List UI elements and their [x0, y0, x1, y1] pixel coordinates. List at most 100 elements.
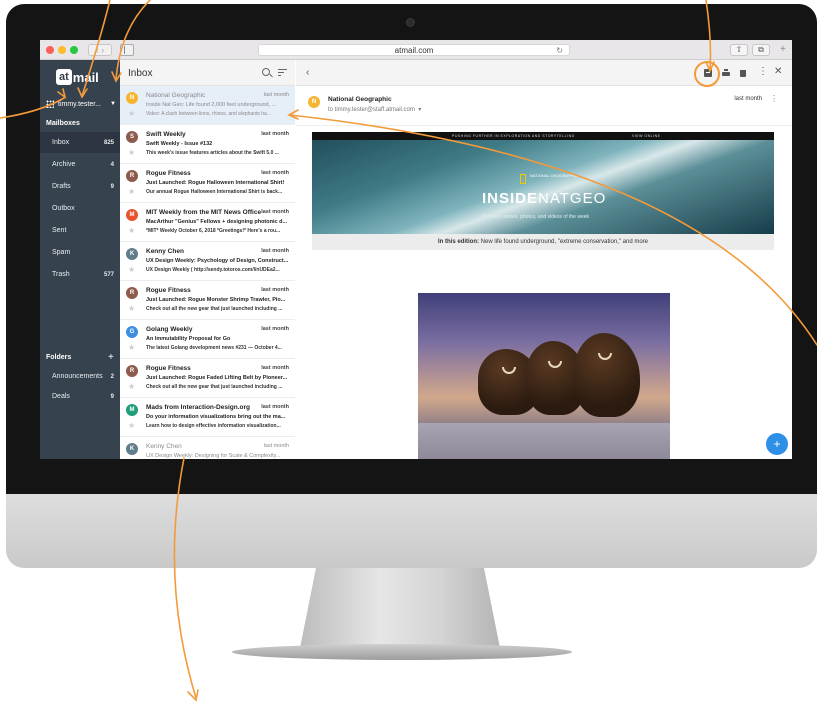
table-row[interactable]: G ★ Golang Weekly last month An Immutability…	[120, 320, 295, 359]
message-header: N National Geographic to timmy.tester@st…	[296, 86, 792, 126]
message-date: last month	[263, 443, 289, 449]
musk-ox-shape	[574, 333, 640, 417]
message-sender: Rogue Fitness	[146, 365, 191, 372]
message-recipient[interactable]: to timmy.tester@staff.atmail.com ▾	[328, 106, 421, 113]
sidebar-item-spam[interactable]: Spam	[40, 242, 120, 263]
address-bar[interactable]: atmail.com ↻	[258, 44, 570, 56]
delete-icon[interactable]	[740, 70, 746, 77]
musk-oxen-photo[interactable]	[418, 293, 670, 459]
star-icon[interactable]: ★	[128, 344, 135, 352]
sort-icon[interactable]	[278, 69, 287, 77]
star-icon[interactable]: ★	[128, 383, 135, 391]
back-icon[interactable]: ‹	[306, 67, 309, 78]
message-subject: UX Design Weekly: Psychology of Design, …	[146, 258, 289, 264]
screen: ‹ › atmail.com ↻ ⇧ ⧉ + at mail timmy.tes…	[40, 40, 792, 459]
more-options-icon[interactable]: ⋮	[758, 66, 768, 77]
message-date: last month	[263, 92, 289, 98]
browser-toolbar: ‹ › atmail.com ↻ ⇧ ⧉ +	[40, 40, 792, 60]
imac-mockup: ‹ › atmail.com ↻ ⇧ ⧉ + at mail timmy.tes…	[0, 0, 817, 715]
avatar: S	[126, 131, 138, 143]
star-icon[interactable]: ★	[128, 422, 135, 430]
message-sender: Golang Weekly	[146, 326, 193, 333]
unread-count: 825	[103, 139, 114, 146]
message-subject: Inside Nat Geo: Life found 2,000 feet un…	[146, 102, 277, 108]
message-date: last month	[261, 209, 289, 215]
annotation-arrowhead	[187, 689, 199, 702]
view-online-link[interactable]: VIEW ONLINE	[632, 134, 660, 138]
table-row[interactable]: R ★ Rogue Fitness last month Just Launched: …	[120, 359, 295, 398]
page-title: Inbox	[128, 68, 153, 79]
table-row[interactable]: R ★ Rogue Fitness last month Just Launched: …	[120, 164, 295, 203]
sidebar-item-deals[interactable]: Deals 9	[40, 386, 120, 407]
star-icon[interactable]: ★	[128, 149, 135, 157]
table-row[interactable]: M ★ Mads from Interaction-Design.org last m…	[120, 398, 295, 437]
table-row[interactable]: M ★ MIT Weekly from the MIT News Office las…	[120, 203, 295, 242]
sidebar-item-inbox[interactable]: Inbox 825	[40, 132, 120, 153]
reload-icon[interactable]: ↻	[556, 45, 563, 56]
star-icon[interactable]: ★	[128, 305, 135, 313]
star-icon[interactable]: ★	[128, 266, 135, 274]
archive-icon[interactable]	[704, 69, 712, 77]
avatar: R	[126, 365, 138, 377]
tabs-overview-icon[interactable]: ⧉	[752, 44, 770, 56]
compose-button[interactable]: +	[766, 433, 788, 455]
sidebar-toggle-icon[interactable]	[120, 44, 134, 56]
message-sender: Kenny Chen	[146, 248, 184, 255]
table-row[interactable]: K★Kenny Chenlast monthUX Design Weekly: …	[120, 242, 295, 281]
newsletter-banner[interactable]: PUSHING FURTHER IN EXPLORATION AND STORY…	[312, 132, 774, 234]
minimize-window-button[interactable]	[58, 46, 66, 54]
share-icon[interactable]: ⇧	[730, 44, 748, 56]
message-list-header: Inbox	[120, 60, 295, 86]
table-row[interactable]: K★Kenny Chenlast monthUX Design Weekly: …	[120, 437, 295, 459]
imac-foot	[232, 644, 572, 660]
print-icon[interactable]	[722, 69, 730, 77]
message-date: last month	[261, 248, 289, 254]
zoom-window-button[interactable]	[70, 46, 78, 54]
close-window-button[interactable]	[46, 46, 54, 54]
mailboxes-heading: Mailboxes	[46, 120, 80, 127]
message-sender: National Geographic	[146, 92, 206, 99]
sidebar-item-outbox[interactable]: Outbox	[40, 198, 120, 219]
close-icon[interactable]: ✕	[774, 66, 782, 77]
message-sender: Rogue Fitness	[146, 287, 191, 294]
account-switcher[interactable]: timmy.tester... ▼	[46, 98, 116, 110]
star-icon[interactable]: ★	[128, 188, 135, 196]
sidebar-item-trash[interactable]: Trash 577	[40, 264, 120, 285]
message-sender: MIT Weekly from the MIT News Office	[146, 209, 262, 216]
message-preview: Check out all the new gear that just lau…	[146, 306, 283, 312]
back-forward-buttons[interactable]: ‹ ›	[88, 44, 112, 56]
message-subject: Do your information visualizations bring…	[146, 414, 286, 420]
reading-pane: ‹ ⋮ ✕ N National Geographic to timmy.tes…	[296, 60, 792, 459]
imac-chin	[6, 494, 817, 568]
message-date: last month	[261, 170, 289, 176]
message-preview: The latest Golang development news #231 …	[146, 345, 282, 351]
message-more-icon[interactable]: ⋮	[770, 94, 778, 103]
message-sender: Rogue Fitness	[146, 170, 191, 177]
message-date: last month	[261, 365, 289, 371]
message-subject: Just Launched: Rogue Halloween Internati…	[146, 180, 285, 186]
sidebar-item-drafts[interactable]: Drafts 9	[40, 176, 120, 197]
table-row[interactable]: S ★ Swift Weekly last month Swift Weekly - I…	[120, 125, 295, 164]
star-icon[interactable]: ★	[128, 110, 135, 118]
avatar: G	[126, 326, 138, 338]
sidebar-item-archive[interactable]: Archive 4	[40, 154, 120, 175]
search-icon[interactable]	[262, 68, 270, 76]
unread-count: 9	[110, 393, 114, 400]
table-row[interactable]: N ★ National Geographic last month Inside Na…	[120, 86, 295, 125]
table-row[interactable]: R ★ Rogue Fitness last month Just Launched: …	[120, 281, 295, 320]
atmail-logo: at mail	[56, 68, 99, 86]
message-subject: UX Design Weekly: Designing for Scale & …	[146, 453, 281, 459]
edition-summary: In this edition: New life found undergro…	[312, 234, 774, 250]
new-tab-icon[interactable]: +	[780, 44, 792, 56]
add-folder-icon[interactable]: +	[108, 352, 114, 363]
message-sender: Mads from Interaction-Design.org	[146, 404, 251, 411]
message-preview: Learn how to design effective informatio…	[146, 423, 281, 429]
unread-count: 9	[110, 183, 114, 190]
sidebar-item-announcements[interactable]: Announcements 2	[40, 366, 120, 387]
sidebar-item-sent[interactable]: Sent	[40, 220, 120, 241]
chevron-down-icon: ▼	[110, 101, 116, 107]
avatar: R	[126, 287, 138, 299]
avatar: N	[308, 96, 320, 108]
star-icon[interactable]: ★	[128, 227, 135, 235]
message-preview: This week's issue features articles abou…	[146, 150, 279, 156]
